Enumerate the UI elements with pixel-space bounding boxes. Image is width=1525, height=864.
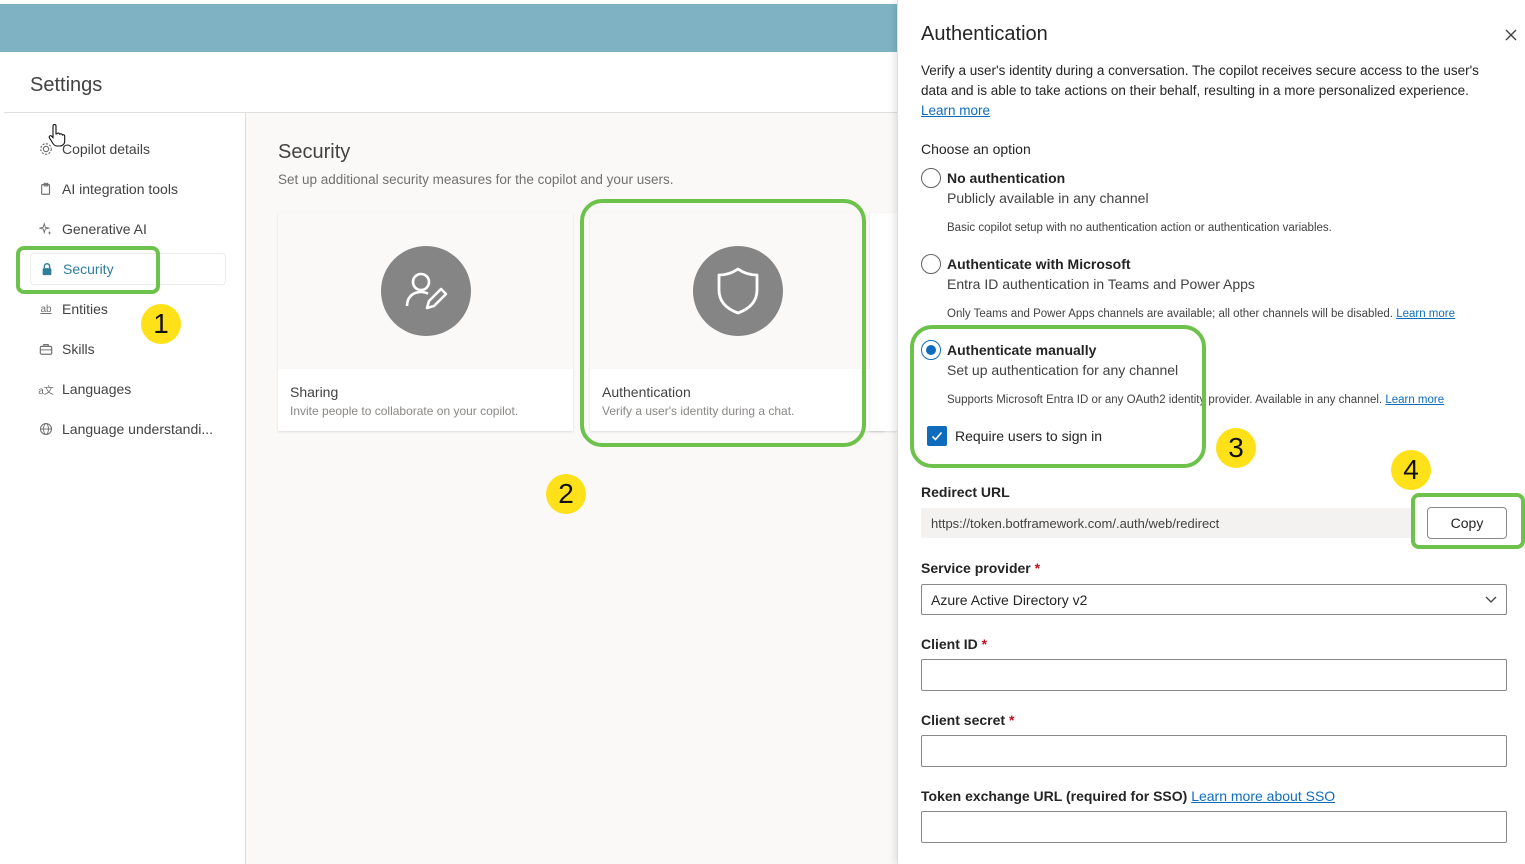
nav-item-security[interactable]: Security [30, 253, 226, 285]
token-exchange-input[interactable] [921, 811, 1507, 843]
client-id-label: Client ID * [921, 636, 987, 652]
sharing-card-art [278, 213, 573, 369]
authentication-card-description: Verify a user's identity during a chat. [602, 404, 795, 418]
service-provider-label: Service provider * [921, 560, 1040, 576]
token-exchange-label: Token exchange URL (required for SSO) Le… [921, 788, 1335, 804]
option-subtitle-authenticate-microsoft: Entra ID authentication in Teams and Pow… [947, 276, 1255, 292]
chevron-down-icon [1484, 592, 1498, 609]
authentication-card[interactable]: Authentication Verify a user's identity … [590, 213, 885, 431]
radio-authenticate-microsoft[interactable] [921, 254, 941, 274]
nav-item-label: Security [63, 261, 114, 277]
clipboard-icon [38, 181, 54, 197]
authentication-card-art [590, 213, 885, 369]
client-id-input[interactable] [921, 659, 1507, 691]
radio-authenticate-manually[interactable] [921, 340, 941, 360]
redirect-url-field[interactable]: https://token.botframework.com/.auth/web… [921, 508, 1415, 538]
step-badge-2: 2 [546, 474, 586, 514]
globe-icon [38, 421, 54, 437]
option-note-text: Supports Microsoft Entra ID or any OAuth… [947, 394, 1383, 406]
nav-item-languages[interactable]: a文 Languages [30, 373, 226, 405]
person-edit-icon [380, 246, 471, 336]
copy-button[interactable]: Copy [1427, 507, 1507, 539]
client-secret-input[interactable] [921, 735, 1507, 767]
required-mark: * [981, 636, 988, 652]
radio-no-authentication[interactable] [921, 168, 941, 188]
sharing-card-title: Sharing [290, 384, 339, 400]
service-provider-label-text: Service provider [921, 560, 1031, 576]
option-note-authenticate-manually: Supports Microsoft Entra ID or any OAuth… [947, 394, 1444, 406]
nav-item-label: Generative AI [62, 221, 147, 237]
security-page-subtitle: Set up additional security measures for … [278, 172, 674, 187]
step-badge-3: 3 [1216, 428, 1256, 468]
lock-icon [39, 261, 55, 277]
close-icon [1505, 29, 1517, 41]
close-button[interactable] [1501, 25, 1521, 45]
learn-more-link-microsoft[interactable]: Learn more [1396, 308, 1455, 320]
client-secret-label-text: Client secret [921, 712, 1006, 728]
option-note-text: Only Teams and Power Apps channels are a… [947, 308, 1393, 320]
translate-icon: a文 [38, 385, 54, 397]
option-note-authenticate-microsoft: Only Teams and Power Apps channels are a… [947, 308, 1455, 320]
nav-item-label: Skills [62, 341, 95, 357]
panel-description-text: Verify a user's identity during a conver… [921, 63, 1479, 98]
option-title-no-authentication: No authentication [947, 170, 1066, 186]
option-title-authenticate-manually: Authenticate manually [947, 342, 1097, 358]
option-title-authenticate-microsoft: Authenticate with Microsoft [947, 256, 1131, 272]
option-subtitle-authenticate-manually: Set up authentication for any channel [947, 362, 1179, 378]
require-signin-label: Require users to sign in [955, 428, 1103, 444]
settings-header [4, 52, 897, 113]
required-mark: * [1034, 560, 1041, 576]
checkmark-icon [931, 431, 943, 441]
nav-item-label: Languages [62, 381, 132, 397]
hand-cursor-icon [48, 124, 66, 153]
app-top-bar [0, 4, 897, 52]
briefcase-icon [38, 341, 54, 357]
nav-item-ai-integration-tools[interactable]: AI integration tools [30, 173, 226, 205]
option-note-no-authentication: Basic copilot setup with no authenticati… [947, 222, 1332, 234]
service-provider-select[interactable]: Azure Active Directory v2 [921, 584, 1507, 615]
panel-title: Authentication [921, 23, 1048, 45]
panel-description: Verify a user's identity during a conver… [921, 61, 1501, 121]
require-signin-checkbox[interactable] [927, 426, 947, 446]
option-subtitle-no-authentication: Publicly available in any channel [947, 190, 1149, 206]
client-secret-label: Client secret * [921, 712, 1014, 728]
next-card-partial[interactable] [870, 213, 897, 431]
security-page-title: Security [278, 141, 351, 163]
learn-more-link-manual[interactable]: Learn more [1385, 394, 1444, 406]
ab-icon: ab [40, 303, 52, 315]
learn-more-sso-link[interactable]: Learn more about SSO [1191, 788, 1335, 804]
nav-item-entities[interactable]: ab Entities [30, 293, 226, 325]
authentication-card-title: Authentication [602, 384, 691, 400]
nav-item-generative-ai[interactable]: Generative AI [30, 213, 226, 245]
client-id-label-text: Client ID [921, 636, 978, 652]
sharing-card[interactable]: Sharing Invite people to collaborate on … [278, 213, 573, 431]
learn-more-link[interactable]: Learn more [921, 103, 990, 118]
shield-icon [692, 246, 783, 336]
token-exchange-label-text: Token exchange URL (required for SSO) [921, 788, 1188, 804]
nav-item-skills[interactable]: Skills [30, 333, 226, 365]
choose-option-label: Choose an option [921, 141, 1031, 157]
nav-item-label: Language understandi... [62, 421, 214, 437]
nav-item-label: Copilot details [62, 141, 150, 157]
service-provider-value: Azure Active Directory v2 [931, 591, 1088, 608]
redirect-url-label: Redirect URL [921, 484, 1010, 500]
required-mark: * [1008, 712, 1015, 728]
step-badge-1: 1 [141, 304, 181, 344]
nav-item-label: AI integration tools [62, 181, 178, 197]
settings-title: Settings [30, 74, 103, 96]
sharing-card-description: Invite people to collaborate on your cop… [290, 404, 519, 418]
nav-item-language-understanding[interactable]: Language understandi... [30, 413, 226, 445]
sparkle-icon [38, 221, 54, 237]
step-badge-4: 4 [1391, 450, 1431, 490]
nav-item-label: Entities [62, 301, 108, 317]
